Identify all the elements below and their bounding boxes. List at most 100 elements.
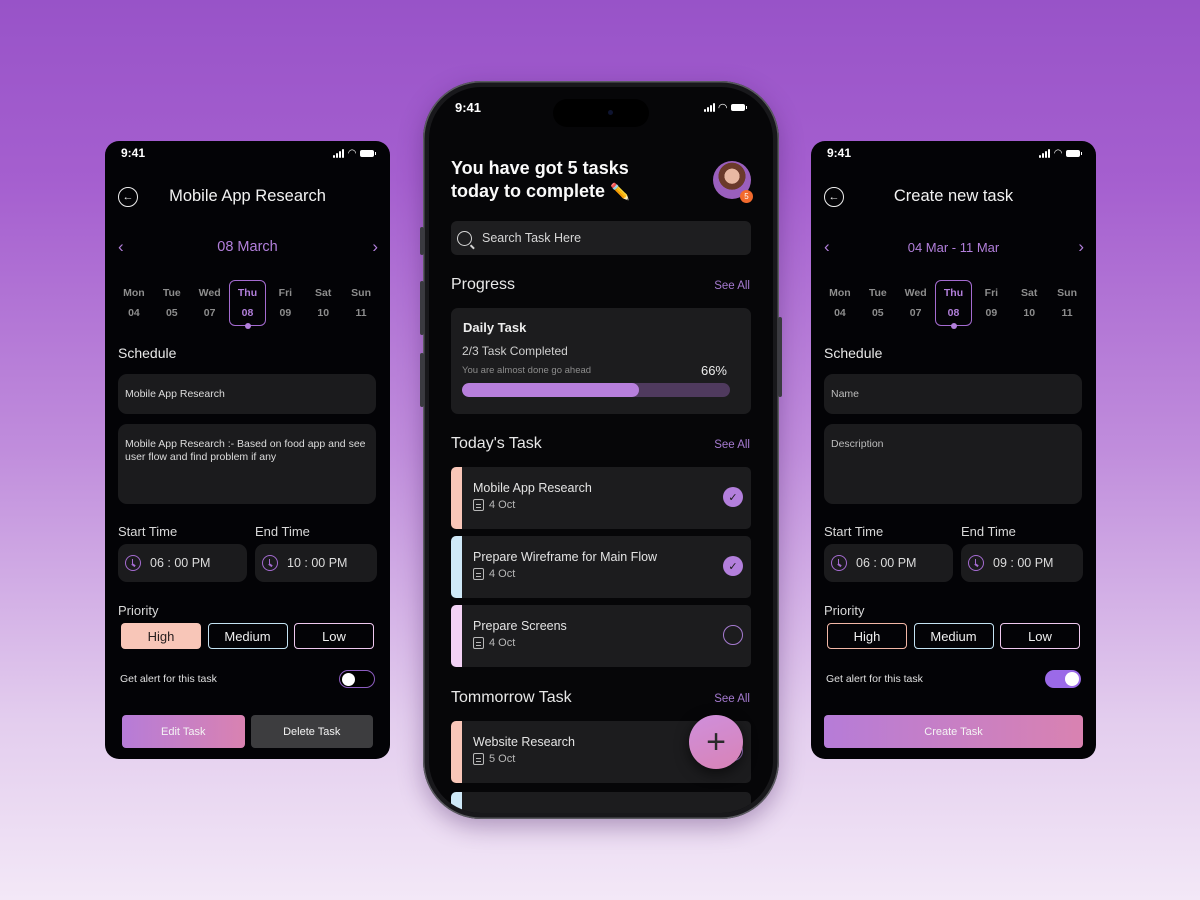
task-description-field[interactable]: Mobile App Research :- Based on food app… [118, 424, 376, 504]
day-number: 07 [203, 307, 216, 319]
day-sun[interactable]: Sun 11 [342, 280, 380, 326]
tomorrow-see-all-link[interactable]: See All [714, 693, 750, 705]
battery-icon [731, 103, 747, 111]
avatar[interactable]: 5 [713, 161, 753, 203]
priority-high-button[interactable]: High [827, 623, 907, 649]
day-name: Mon [123, 287, 145, 299]
day-number: 11 [1061, 307, 1073, 319]
day-fri[interactable]: Fri 09 [972, 280, 1010, 326]
day-fri[interactable]: Fri 09 [266, 280, 304, 326]
status-time: 9:41 [121, 146, 146, 160]
status-bar: 9:41 ◠ [105, 141, 390, 165]
pencil-icon: ✏️ [610, 184, 630, 201]
search-icon [457, 230, 472, 246]
calendar-icon [473, 499, 484, 511]
week-strip: Mon 04 Tue 05 Wed 07 Thu 08 Fri 09 Sat 10 Sun 11 [115, 280, 380, 329]
day-name: Mon [829, 287, 851, 299]
day-name: Fri [278, 287, 293, 299]
progress-bar-fill [462, 383, 639, 397]
day-number: 11 [355, 307, 367, 319]
progress-see-all-link[interactable]: See All [714, 280, 750, 292]
priority-selector: High Medium Low [121, 623, 374, 649]
task-card[interactable]: Mobile App Research 4 Oct ✓ [451, 467, 751, 529]
check-circle-icon[interactable]: ✓ [723, 556, 743, 576]
wifi-icon: ◠ [1054, 147, 1062, 159]
notification-badge: 5 [740, 190, 753, 203]
chevron-right-icon[interactable]: › [1078, 238, 1084, 256]
task-color-strip [451, 721, 462, 783]
task-card[interactable]: Prepare Wireframe for Main Flow 4 Oct ✓ [451, 536, 751, 598]
status-bar: 9:41 ◠ [811, 141, 1096, 165]
wifi-icon: ◠ [348, 147, 356, 159]
day-number: 08 [947, 307, 960, 319]
day-wed[interactable]: Wed 07 [191, 280, 229, 326]
day-mon[interactable]: Mon 04 [115, 280, 153, 326]
phone-side-button [420, 227, 424, 255]
chevron-right-icon[interactable]: › [372, 238, 378, 256]
day-number: 10 [317, 307, 330, 319]
calendar-icon [473, 753, 484, 765]
alert-label: Get alert for this task [826, 673, 923, 685]
check-circle-icon[interactable]: ✓ [723, 487, 743, 507]
day-name: Sun [351, 287, 371, 299]
start-time-picker[interactable]: 06 : 00 PM [118, 544, 247, 582]
day-tue[interactable]: Tue 05 [153, 280, 191, 326]
task-title: Mobile App Research [473, 481, 592, 495]
plus-icon: + [706, 723, 726, 761]
day-name: Sat [315, 287, 332, 299]
alert-toggle[interactable] [1045, 670, 1081, 688]
task-name-field[interactable]: Mobile App Research [118, 374, 376, 414]
task-card[interactable]: Prepare Screens 4 Oct [451, 605, 751, 667]
screen-header: ← Create new task [811, 185, 1096, 209]
create-task-button[interactable]: Create Task [824, 715, 1083, 748]
start-time-picker[interactable]: 06 : 00 PM [824, 544, 953, 582]
progress-card-subtitle: 2/3 Task Completed [462, 344, 568, 358]
priority-low-button[interactable]: Low [294, 623, 374, 649]
add-task-button[interactable]: + [689, 715, 743, 769]
edit-task-button[interactable]: Edit Task [122, 715, 245, 748]
day-thu[interactable]: Thu 08 [934, 280, 973, 329]
progress-card-title: Daily Task [463, 320, 527, 335]
priority-high-button[interactable]: High [121, 623, 201, 649]
alert-toggle[interactable] [339, 670, 375, 688]
home-screen: 9:41 ◠ You have got 5 tasks today to com… [429, 87, 773, 813]
day-thu[interactable]: Thu 08 [228, 280, 267, 329]
delete-task-button[interactable]: Delete Task [250, 715, 373, 748]
day-name: Fri [984, 287, 999, 299]
day-wed[interactable]: Wed 07 [897, 280, 935, 326]
day-sun[interactable]: Sun 11 [1048, 280, 1086, 326]
end-time-picker[interactable]: 10 : 00 PM [255, 544, 377, 582]
empty-circle-icon[interactable] [723, 625, 743, 645]
end-time-picker[interactable]: 09 : 00 PM [961, 544, 1083, 582]
progress-bar [462, 383, 730, 397]
dynamic-island [553, 99, 649, 127]
day-number: 08 [241, 307, 254, 319]
task-date-value: 5 Oct [489, 753, 516, 765]
schedule-heading: Schedule [824, 345, 883, 361]
end-time-value: 10 : 00 PM [287, 556, 348, 570]
task-name-input[interactable]: Name [824, 374, 1082, 414]
day-name: Thu [943, 287, 964, 299]
task-color-strip [451, 467, 462, 529]
priority-medium-button[interactable]: Medium [913, 623, 994, 649]
day-sat[interactable]: Sat 10 [304, 280, 342, 326]
day-sat[interactable]: Sat 10 [1010, 280, 1048, 326]
task-card-partial[interactable] [451, 792, 751, 813]
priority-medium-button[interactable]: Medium [207, 623, 288, 649]
month-label: 08 March [217, 239, 278, 255]
create-task-screen: 9:41 ◠ ← Create new task ‹ 04 Mar - 11 M… [811, 141, 1096, 759]
today-section-header: Today's Task See All [451, 435, 750, 453]
day-mon[interactable]: Mon 04 [821, 280, 859, 326]
alert-label: Get alert for this task [120, 673, 217, 685]
progress-percent: 66% [700, 363, 727, 378]
daily-progress-card[interactable]: Daily Task 2/3 Task Completed You are al… [451, 308, 751, 414]
task-description-input[interactable]: Description [824, 424, 1082, 504]
start-time-label: Start Time [824, 524, 884, 539]
search-input[interactable]: Search Task Here [451, 221, 751, 255]
day-tue[interactable]: Tue 05 [859, 280, 897, 326]
priority-low-button[interactable]: Low [1000, 623, 1080, 649]
today-see-all-link[interactable]: See All [714, 439, 750, 451]
alert-row: Get alert for this task [826, 670, 1081, 688]
day-name: Wed [198, 287, 221, 299]
phone-side-button [420, 281, 424, 335]
